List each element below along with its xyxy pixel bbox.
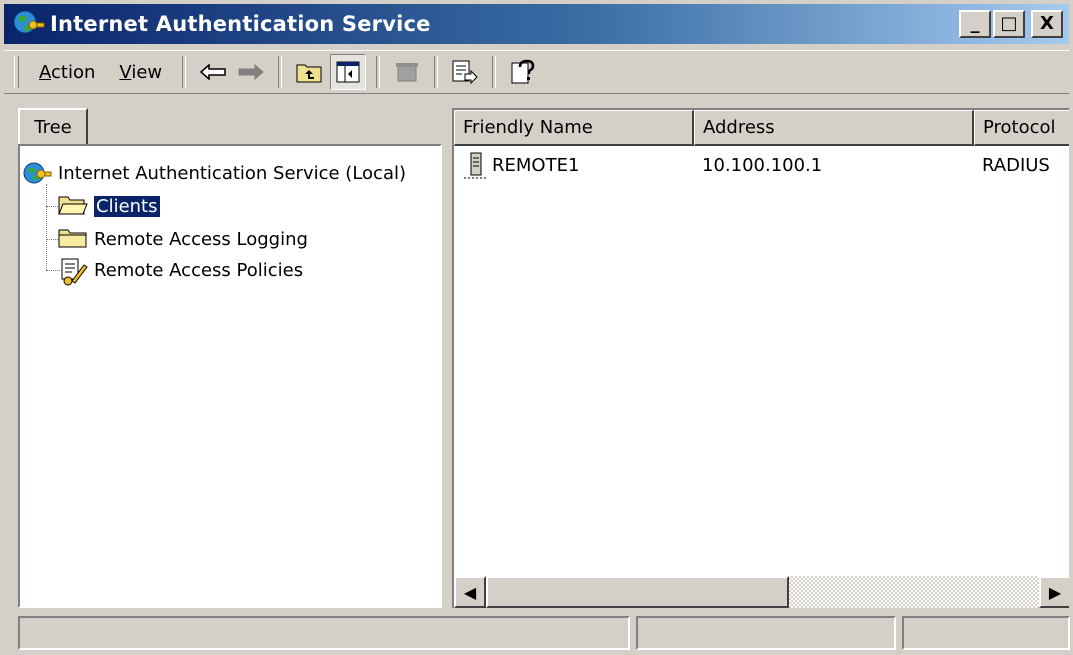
column-header-protocol[interactable]: Protocol bbox=[974, 110, 1069, 146]
toolbar-separator bbox=[182, 56, 187, 88]
column-header-label: Protocol bbox=[983, 117, 1056, 138]
column-header-address[interactable]: Address bbox=[694, 110, 974, 146]
column-header-label: Address bbox=[703, 117, 775, 138]
scroll-right-icon: ▶ bbox=[1048, 582, 1062, 602]
tree-root[interactable]: Internet Authentication Service (Local) bbox=[22, 158, 406, 188]
delete-icon bbox=[396, 63, 419, 82]
show-hide-tree-button[interactable] bbox=[330, 54, 367, 90]
open-folder-icon bbox=[58, 193, 88, 219]
scroll-left-icon: ◀ bbox=[463, 582, 477, 602]
menu-action-label: Action bbox=[39, 61, 96, 83]
window-title: Internet Authentication Service bbox=[50, 12, 431, 36]
back-arrow-icon bbox=[200, 64, 226, 80]
status-panel bbox=[18, 616, 630, 650]
tree-item-label: Remote Access Logging bbox=[94, 228, 308, 250]
menu-view[interactable]: View bbox=[107, 62, 174, 83]
up-one-level-button[interactable] bbox=[292, 55, 326, 89]
cell-protocol: RADIUS bbox=[974, 155, 1069, 176]
tab-tree[interactable]: Tree bbox=[18, 108, 88, 144]
column-header-friendly-name[interactable]: Friendly Name bbox=[454, 110, 694, 146]
list-pane[interactable]: Friendly Name Address Protocol REMOTE1 1… bbox=[452, 108, 1069, 608]
menu-action[interactable]: Action bbox=[27, 62, 107, 83]
list-header: Friendly Name Address Protocol bbox=[454, 110, 1069, 146]
status-panel bbox=[902, 616, 1070, 650]
tree-item-clients[interactable]: Clients bbox=[58, 191, 161, 221]
scroll-track[interactable] bbox=[789, 576, 1039, 608]
tree-connector bbox=[46, 184, 47, 270]
folder-icon bbox=[58, 226, 88, 252]
scroll-left-button[interactable]: ◀ bbox=[454, 576, 486, 608]
scroll-thumb[interactable] bbox=[486, 576, 789, 608]
help-icon bbox=[511, 59, 535, 84]
forward-button[interactable] bbox=[234, 55, 268, 89]
tree-item-remote-access-logging[interactable]: Remote Access Logging bbox=[58, 224, 308, 254]
ias-globe-key-icon bbox=[22, 160, 52, 186]
title-bar[interactable]: Internet Authentication Service _ □ X bbox=[4, 4, 1069, 44]
delete-button[interactable] bbox=[390, 55, 424, 89]
minimize-button[interactable]: _ bbox=[959, 10, 991, 38]
toolbar-separator bbox=[376, 56, 381, 88]
tree-item-label: Remote Access Policies bbox=[94, 259, 304, 281]
status-panel bbox=[636, 616, 896, 650]
minimize-icon: _ bbox=[970, 13, 980, 34]
forward-arrow-icon bbox=[238, 64, 264, 80]
toolbar-grip[interactable] bbox=[14, 56, 19, 88]
show-hide-tree-icon bbox=[336, 61, 360, 83]
radius-client-icon bbox=[464, 152, 488, 179]
toolbar-separator bbox=[278, 56, 283, 88]
row-name: REMOTE1 bbox=[492, 154, 580, 176]
cell-address: 10.100.100.1 bbox=[694, 155, 974, 176]
scroll-right-button[interactable]: ▶ bbox=[1039, 576, 1069, 608]
maximize-button[interactable]: □ bbox=[993, 10, 1025, 38]
export-list-button[interactable] bbox=[448, 55, 482, 89]
tree-pane[interactable]: Internet Authentication Service (Local) … bbox=[18, 144, 442, 608]
cell-friendly-name: REMOTE1 bbox=[454, 150, 694, 180]
menu-view-label: View bbox=[119, 61, 163, 83]
tree-item-label: Clients bbox=[93, 194, 161, 218]
column-header-label: Friendly Name bbox=[463, 117, 593, 138]
table-row[interactable]: REMOTE1 10.100.100.1 RADIUS bbox=[454, 148, 1069, 182]
ias-globe-key-icon[interactable] bbox=[12, 7, 46, 41]
row-protocol: RADIUS bbox=[982, 154, 1050, 176]
export-list-icon bbox=[452, 60, 478, 84]
help-button[interactable] bbox=[506, 55, 540, 89]
up-folder-icon bbox=[296, 64, 322, 83]
tree-root-label: Internet Authentication Service (Local) bbox=[58, 162, 406, 184]
toolbar-separator bbox=[434, 56, 439, 88]
tab-tree-label: Tree bbox=[34, 116, 72, 138]
toolbar-separator bbox=[492, 56, 497, 88]
back-button[interactable] bbox=[196, 55, 230, 89]
tree-item-remote-access-policies[interactable]: Remote Access Policies bbox=[58, 255, 304, 286]
horizontal-scrollbar[interactable]: ◀ ▶ bbox=[454, 576, 1069, 608]
toolbar: Action View bbox=[4, 50, 1069, 94]
close-button[interactable]: X bbox=[1031, 10, 1063, 38]
status-bar bbox=[18, 616, 1070, 650]
row-address: 10.100.100.1 bbox=[702, 154, 823, 176]
close-icon: X bbox=[1040, 13, 1054, 34]
policy-icon bbox=[58, 257, 88, 286]
maximize-icon: □ bbox=[1000, 13, 1018, 34]
